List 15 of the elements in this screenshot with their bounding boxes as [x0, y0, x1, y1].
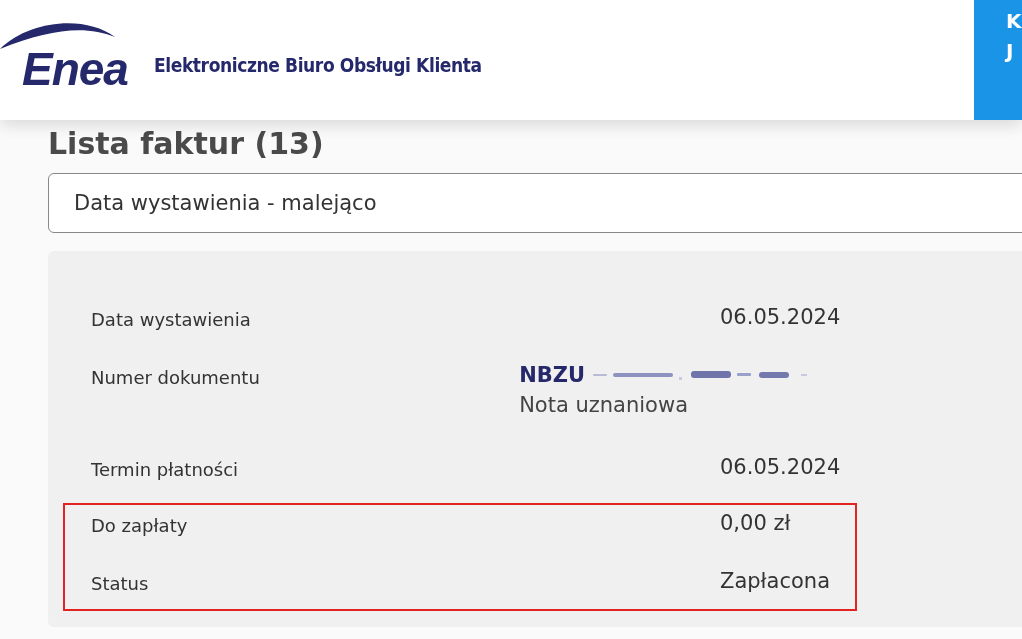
document-type: Nota uznaniowa	[519, 393, 689, 417]
sort-dropdown[interactable]: Data wystawienia - malejąco	[48, 173, 1022, 233]
field-label: Data wystawienia	[91, 308, 252, 332]
field-value: 0,00 zł	[720, 511, 791, 535]
document-number: NBZU	[519, 363, 585, 387]
field-value: Zapłacona	[720, 569, 830, 593]
portal-title: Elektroniczne Biuro Obsługi Klienta	[153, 54, 482, 76]
field-label: Termin płatności	[91, 458, 240, 482]
field-label: Status	[91, 572, 150, 596]
field-label: Do zapłaty	[91, 514, 189, 538]
field-label: Numer dokumentu	[91, 366, 261, 390]
field-value: 06.05.2024	[720, 455, 841, 479]
field-value: 06.05.2024	[720, 305, 841, 329]
logo[interactable]: Enea	[22, 42, 128, 96]
page-heading: Lista faktur (13)	[48, 126, 325, 161]
